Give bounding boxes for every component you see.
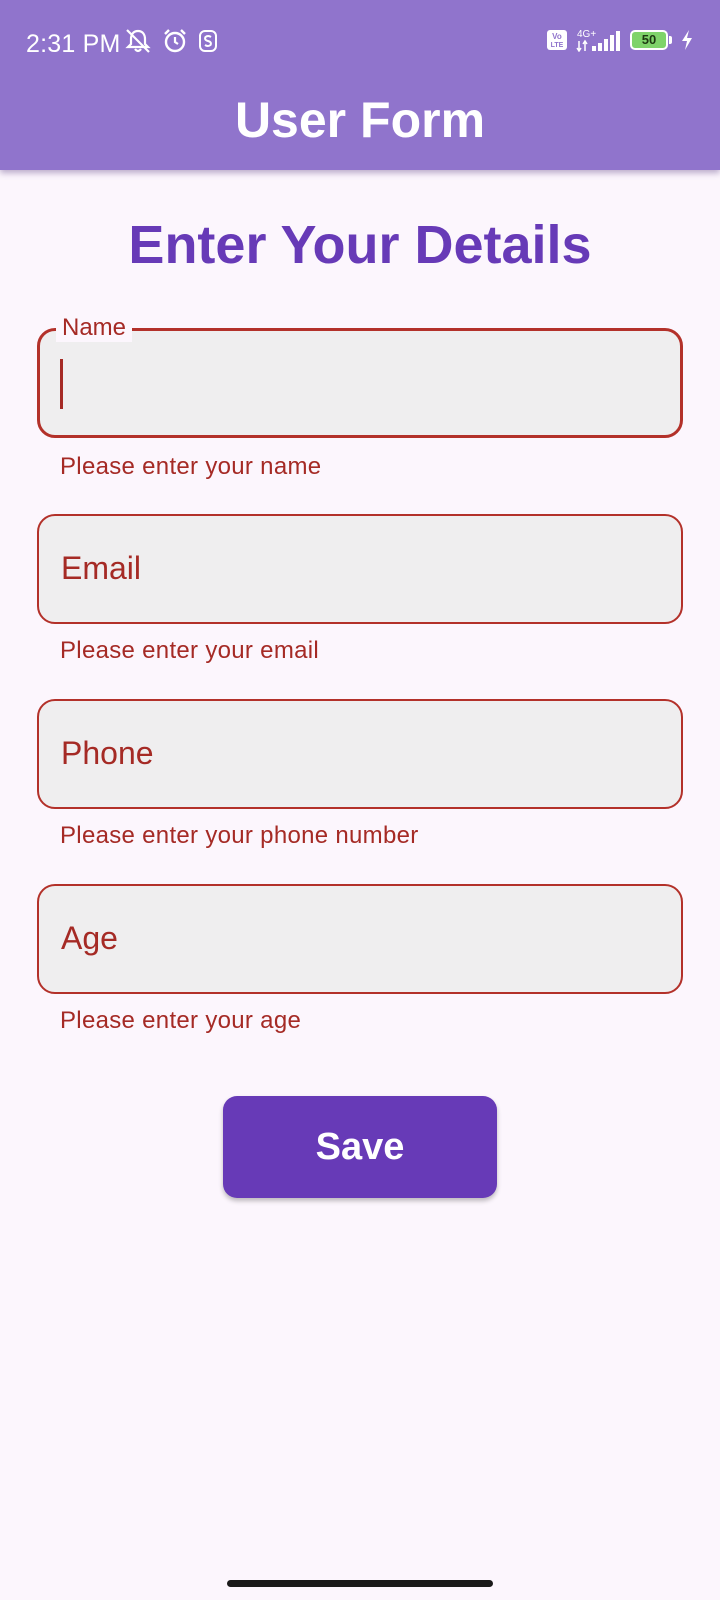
page-heading: Enter Your Details [128,215,592,275]
phone-error-text: Please enter your phone number [60,822,419,849]
battery-icon: 50 [630,30,672,50]
status-left-icons [124,28,218,54]
phone-field-label: Phone [61,735,154,771]
age-error-text: Please enter your age [60,1007,302,1034]
svg-text:LTE: LTE [551,42,564,49]
email-error-text: Please enter your email [60,637,320,664]
svg-text:Vo: Vo [552,32,562,41]
save-button[interactable]: Save [223,1096,497,1198]
app-title: User Form [234,92,486,148]
charging-bolt-icon [680,29,694,51]
svg-text:4G+: 4G+ [577,29,596,40]
gesture-nav-handle[interactable] [227,1580,493,1587]
battery-cap [669,36,672,44]
age-field-label: Age [61,920,118,956]
status-right-icons: Vo LTE 4G+ 50 [546,28,694,52]
volte-icon: Vo LTE [546,29,568,51]
name-error-text: Please enter your name [60,453,322,480]
status-bar: 2:31 PM Vo LTE 4G+ 50 [0,0,720,80]
status-time: 2:31 PM [26,30,121,58]
age-field[interactable]: Age [37,884,683,994]
battery-level: 50 [641,32,657,47]
name-field-label: Name [56,314,133,342]
notification-off-icon [124,28,152,54]
alarm-icon [162,28,188,54]
email-field[interactable]: Email [37,514,683,624]
app-bar: 2:31 PM Vo LTE 4G+ 50 User Form [0,0,720,170]
email-field-label: Email [61,550,142,586]
battery-body: 50 [630,30,668,50]
signal-icon: 4G+ [576,28,622,52]
phone-field[interactable]: Phone [37,699,683,809]
text-cursor [60,359,63,409]
name-field[interactable]: Name [37,314,683,438]
app-s-icon [198,29,218,53]
